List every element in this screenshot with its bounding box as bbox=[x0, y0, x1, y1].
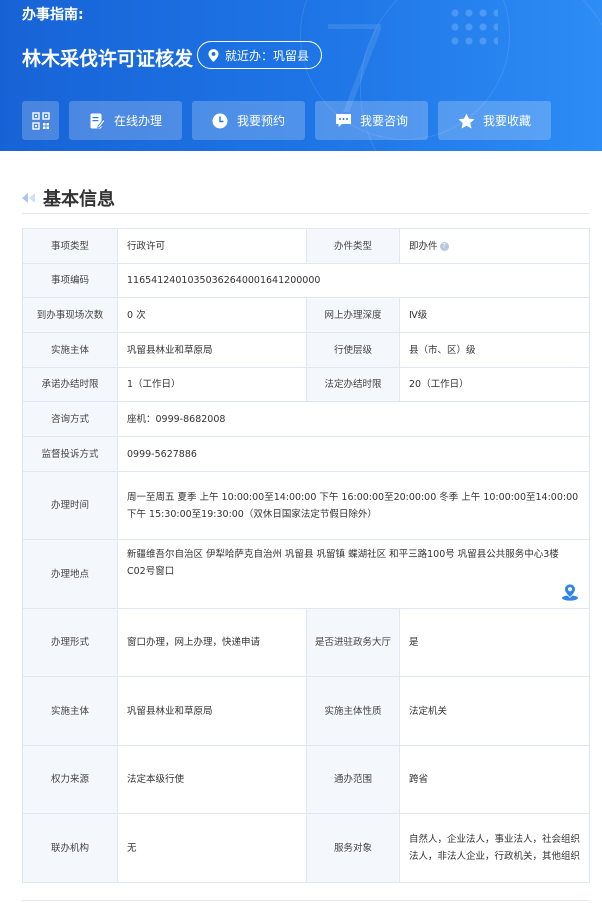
joint-agency-value: 无 bbox=[117, 813, 307, 883]
item-type-value: 行政许可 bbox=[117, 228, 307, 264]
handle-form-value: 窗口办理，网上办理，快递申请 bbox=[117, 608, 307, 677]
qrcode-button[interactable] bbox=[22, 101, 59, 140]
star-icon bbox=[458, 112, 475, 129]
table-row: 到办事现场次数 0 次 网上办理深度 Ⅳ级 bbox=[22, 297, 590, 333]
table-row: 权力来源 法定本级行使 通办范围 跨省 bbox=[22, 745, 590, 814]
table-row: 实施主体 巩留县林业和草原局 行使层级 县（市、区）级 bbox=[22, 332, 590, 368]
complaint-value: 0999-5627886 bbox=[117, 436, 590, 472]
handle-type-cell: 即办件? bbox=[399, 228, 590, 264]
item-code-label: 事项编码 bbox=[22, 263, 118, 298]
table-row: 办理形式 窗口办理，网上办理，快递申请 是否进驻政务大厅 是 bbox=[22, 608, 590, 677]
subject2-label: 实施主体 bbox=[22, 676, 118, 746]
visits-label: 到办事现场次数 bbox=[22, 297, 118, 333]
handle-type-value: 即办件 bbox=[409, 240, 438, 252]
in-hall-value: 是 bbox=[399, 608, 590, 677]
service-target-label: 服务对象 bbox=[306, 813, 400, 883]
table-row: 办理地点 新疆维吾尔自治区 伊犁哈萨克自治州 巩留县 巩留镇 蝶湖社区 和平三路… bbox=[22, 539, 590, 609]
consult-method-value: 座机：0999-8682008 bbox=[117, 401, 590, 437]
favorite-label: 我要收藏 bbox=[482, 114, 531, 128]
location-label: 就近办：巩留县 bbox=[225, 48, 310, 63]
section-title: 基本信息 bbox=[43, 189, 115, 210]
location-pin-icon bbox=[208, 48, 219, 62]
joint-agency-label: 联办机构 bbox=[22, 813, 118, 883]
subject2-value: 巩留县林业和草原局 bbox=[117, 676, 307, 746]
favorite-button[interactable]: 我要收藏 bbox=[438, 101, 551, 140]
office-address-label: 办理地点 bbox=[22, 539, 118, 609]
table-row: 承诺办结时限 1（工作日） 法定办结时限 20（工作日） bbox=[22, 367, 590, 402]
basic-info-table: 事项类型 行政许可 办件类型 即办件? 事项编码 116541240103503… bbox=[22, 228, 590, 883]
handle-type-label: 办件类型 bbox=[306, 228, 400, 264]
guide-hint: 办事指南: bbox=[22, 7, 84, 23]
service-scope-value: 跨省 bbox=[399, 745, 590, 814]
legal-time-value: 20（工作日） bbox=[399, 367, 590, 402]
consult-label: 我要咨询 bbox=[359, 114, 408, 128]
bottom-divider bbox=[22, 900, 589, 901]
appointment-label: 我要预约 bbox=[236, 114, 285, 128]
promise-time-value: 1（工作日） bbox=[117, 367, 307, 402]
subject-label: 实施主体 bbox=[22, 332, 118, 368]
table-row: 事项编码 11654124010350362640001641200000 bbox=[22, 263, 590, 298]
item-type-label: 事项类型 bbox=[22, 228, 118, 264]
online-depth-value: Ⅳ级 bbox=[399, 297, 590, 333]
table-row: 事项类型 行政许可 办件类型 即办件? bbox=[22, 228, 590, 264]
subject-value: 巩留县林业和草原局 bbox=[117, 332, 307, 368]
online-handle-button[interactable]: 在线办理 bbox=[69, 101, 182, 140]
chat-icon bbox=[335, 112, 352, 129]
visits-value: 0 次 bbox=[117, 297, 307, 333]
service-target-value: 自然人，企业法人，事业法人，社会组织法人，非法人企业，行政机关，其他组织 bbox=[399, 813, 590, 883]
level-value: 县（市、区）级 bbox=[399, 332, 590, 368]
table-row: 监督投诉方式 0999-5627886 bbox=[22, 436, 590, 472]
handle-form-label: 办理形式 bbox=[22, 608, 118, 677]
consult-button[interactable]: 我要咨询 bbox=[315, 101, 428, 140]
edit-icon bbox=[89, 112, 106, 129]
complaint-label: 监督投诉方式 bbox=[22, 436, 118, 472]
section-header: 基本信息 bbox=[22, 185, 115, 211]
action-bar: 在线办理 我要预约 我要咨询 我要收藏 bbox=[22, 101, 561, 140]
power-source-value: 法定本级行使 bbox=[117, 745, 307, 814]
qrcode-icon bbox=[31, 111, 50, 130]
power-source-label: 权力来源 bbox=[22, 745, 118, 814]
consult-method-label: 咨询方式 bbox=[22, 401, 118, 437]
table-row: 联办机构 无 服务对象 自然人，企业法人，事业法人，社会组织法人，非法人企业，行… bbox=[22, 813, 590, 883]
map-location-icon[interactable] bbox=[561, 583, 579, 601]
office-hours-label: 办理时间 bbox=[22, 471, 118, 540]
level-label: 行使层级 bbox=[306, 332, 400, 368]
decorative-dots bbox=[448, 6, 498, 46]
service-scope-label: 通办范围 bbox=[306, 745, 400, 814]
in-hall-label: 是否进驻政务大厅 bbox=[306, 608, 400, 677]
page-header: 7 办事指南: 林木采伐许可证核发 就近办：巩留县 在线办理 我要预约 我要咨询… bbox=[0, 0, 602, 151]
promise-time-label: 承诺办结时限 bbox=[22, 367, 118, 402]
subject-nature-label: 实施主体性质 bbox=[306, 676, 400, 746]
office-address-cell: 新疆维吾尔自治区 伊犁哈萨克自治州 巩留县 巩留镇 蝶湖社区 和平三路100号 … bbox=[117, 539, 590, 609]
office-address-value: 新疆维吾尔自治区 伊犁哈萨克自治州 巩留县 巩留镇 蝶湖社区 和平三路100号 … bbox=[127, 549, 559, 577]
legal-time-label: 法定办结时限 bbox=[306, 367, 400, 402]
double-arrow-icon bbox=[22, 193, 35, 203]
clock-icon bbox=[212, 112, 229, 129]
help-icon[interactable]: ? bbox=[439, 241, 449, 251]
table-row: 咨询方式 座机：0999-8682008 bbox=[22, 401, 590, 437]
online-handle-label: 在线办理 bbox=[113, 114, 162, 128]
page-title: 林木采伐许可证核发 bbox=[22, 48, 194, 70]
office-hours-value: 周一至周五 夏季 上午 10:00:00至14:00:00 下午 16:00:0… bbox=[117, 471, 590, 540]
item-code-value: 11654124010350362640001641200000 bbox=[117, 263, 590, 298]
table-row: 办理时间 周一至周五 夏季 上午 10:00:00至14:00:00 下午 16… bbox=[22, 471, 590, 540]
subject-nature-value: 法定机关 bbox=[399, 676, 590, 746]
section-divider bbox=[22, 213, 589, 214]
location-button[interactable]: 就近办：巩留县 bbox=[197, 41, 323, 69]
appointment-button[interactable]: 我要预约 bbox=[192, 101, 305, 140]
online-depth-label: 网上办理深度 bbox=[306, 297, 400, 333]
table-row: 实施主体 巩留县林业和草原局 实施主体性质 法定机关 bbox=[22, 676, 590, 746]
